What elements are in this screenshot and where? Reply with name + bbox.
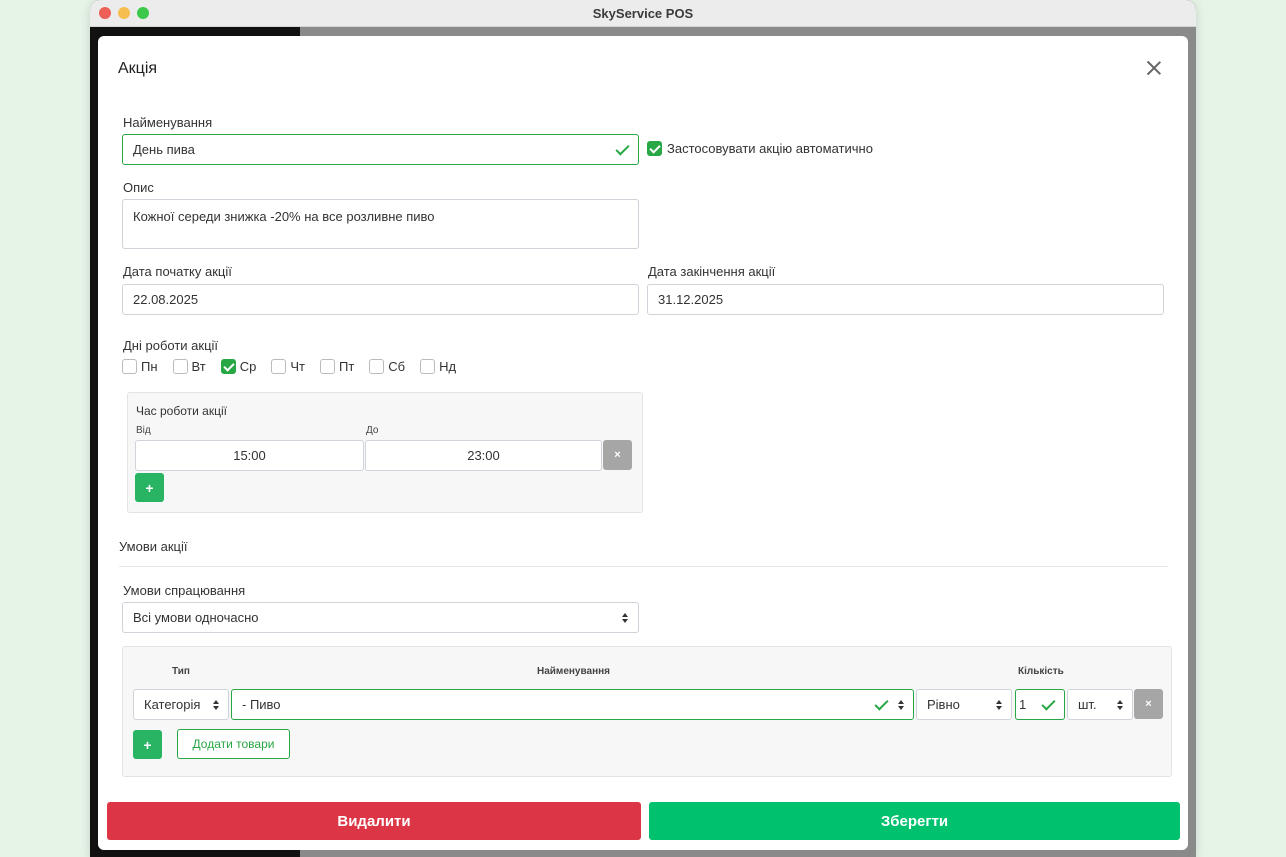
condition-qty-input[interactable]: 1 [1015,689,1065,720]
name-input-value: День пива [133,142,195,157]
condition-compare-value: Рівно [927,697,960,712]
condition-qty-value: 1 [1019,697,1027,712]
valid-check-icon [1041,696,1056,711]
checkbox-box[interactable] [319,359,335,374]
conditions-section-title: Умови акції [119,539,188,554]
day-checkbox-wed[interactable]: Ср [220,359,257,374]
days-label: Дні роботи акції [123,338,219,353]
checkbox-box[interactable] [172,359,188,374]
auto-apply-checkbox[interactable]: Застосовувати акцію автоматично [647,141,873,156]
col-qty-header: Кількість [1018,666,1064,677]
trigger-label: Умови спрацювання [123,583,246,598]
select-arrows-icon [213,700,219,710]
col-type-header: Тип [172,666,190,677]
day-checkbox-sat[interactable]: Сб [369,359,405,374]
day-label: Пт [338,359,355,374]
window-close-button[interactable] [99,7,111,19]
working-time-panel: Час роботи акції Від До 15:00 23:00 × + [127,392,643,513]
section-divider [119,566,1168,567]
checkbox-box[interactable] [420,359,436,374]
start-date-value: 22.08.2025 [133,292,199,307]
day-checkbox-sun[interactable]: Нд [420,359,456,374]
auto-apply-label: Застосовувати акцію автоматично [667,141,873,156]
day-checkbox-fri[interactable]: Пт [319,359,355,374]
promotion-modal: Акція Найменування День пива Застосовува… [98,36,1188,850]
end-date-label: Дата закінчення акції [648,264,776,279]
description-value: Кожної середи знижка -20% на все розливн… [133,209,435,224]
end-date-input[interactable]: 31.12.2025 [647,284,1164,315]
condition-type-select[interactable]: Категорія [133,689,229,720]
valid-check-icon [615,141,630,156]
checkbox-box[interactable] [220,359,236,374]
name-input[interactable]: День пива [122,134,639,165]
day-label: Вт [191,359,206,374]
checkbox-box[interactable] [122,359,137,374]
working-time-title: Час роботи акції [136,404,227,418]
day-label: Сб [388,359,406,374]
condition-unit-select[interactable]: шт. [1067,689,1133,720]
add-condition-button[interactable]: + [133,730,162,759]
save-button[interactable]: Зберегти [649,802,1180,840]
time-from-value: 15:00 [233,448,266,463]
start-date-label: Дата початку акції [123,264,232,279]
condition-name-select[interactable]: - Пиво [231,689,914,720]
condition-unit-value: шт. [1078,697,1097,712]
trigger-select[interactable]: Всі умови одночасно [122,602,639,633]
description-label: Опис [123,180,154,195]
window-minimize-button[interactable] [118,7,130,19]
name-label: Найменування [123,115,213,130]
window-maximize-button[interactable] [137,7,149,19]
day-label: Нд [439,359,457,374]
description-textarea[interactable]: Кожної середи знижка -20% на все розливн… [122,199,639,249]
col-name-header: Найменування [537,666,610,677]
day-checkbox-mon[interactable]: Пн [122,359,158,374]
checkbox-box[interactable] [369,359,385,374]
trigger-select-value: Всі умови одночасно [133,610,259,625]
time-to-label: До [366,425,379,436]
remove-condition-button[interactable]: × [1134,689,1163,719]
day-checkbox-tue[interactable]: Вт [172,359,206,374]
select-arrows-icon [898,700,904,710]
start-date-input[interactable]: 22.08.2025 [122,284,639,315]
close-icon[interactable] [1144,58,1164,78]
time-from-input[interactable]: 15:00 [135,440,364,471]
time-to-value: 23:00 [467,448,500,463]
window-title: SkyService POS [592,6,694,21]
checkbox-box[interactable] [271,359,287,374]
valid-check-icon [874,696,889,711]
day-label: Пн [141,359,158,374]
delete-button[interactable]: Видалити [107,802,641,840]
auto-apply-checkbox-box[interactable] [647,141,662,156]
window-controls [99,7,149,19]
remove-time-button[interactable]: × [603,440,632,470]
conditions-table-panel: Тип Найменування Кількість Категорія - П… [122,646,1172,777]
days-checkbox-group: Пн Вт Ср Чт Пт Сб Нд [122,359,471,374]
modal-title: Акція [118,60,158,77]
title-bar: SkyService POS [90,0,1196,27]
condition-name-value: - Пиво [242,697,281,712]
app-window: SkyService POS Акція Найменування День п… [90,0,1196,857]
condition-compare-select[interactable]: Рівно [916,689,1012,720]
time-from-label: Від [136,425,151,436]
day-label: Чт [290,359,305,374]
select-arrows-icon [996,700,1002,710]
day-checkbox-thu[interactable]: Чт [271,359,305,374]
select-arrows-icon [1117,700,1123,710]
end-date-value: 31.12.2025 [658,292,724,307]
time-to-input[interactable]: 23:00 [365,440,602,471]
select-arrows-icon [622,613,628,623]
add-products-button[interactable]: Додати товари [177,729,290,759]
day-label: Ср [239,359,257,374]
add-time-button[interactable]: + [135,473,164,502]
condition-type-value: Категорія [144,697,201,712]
